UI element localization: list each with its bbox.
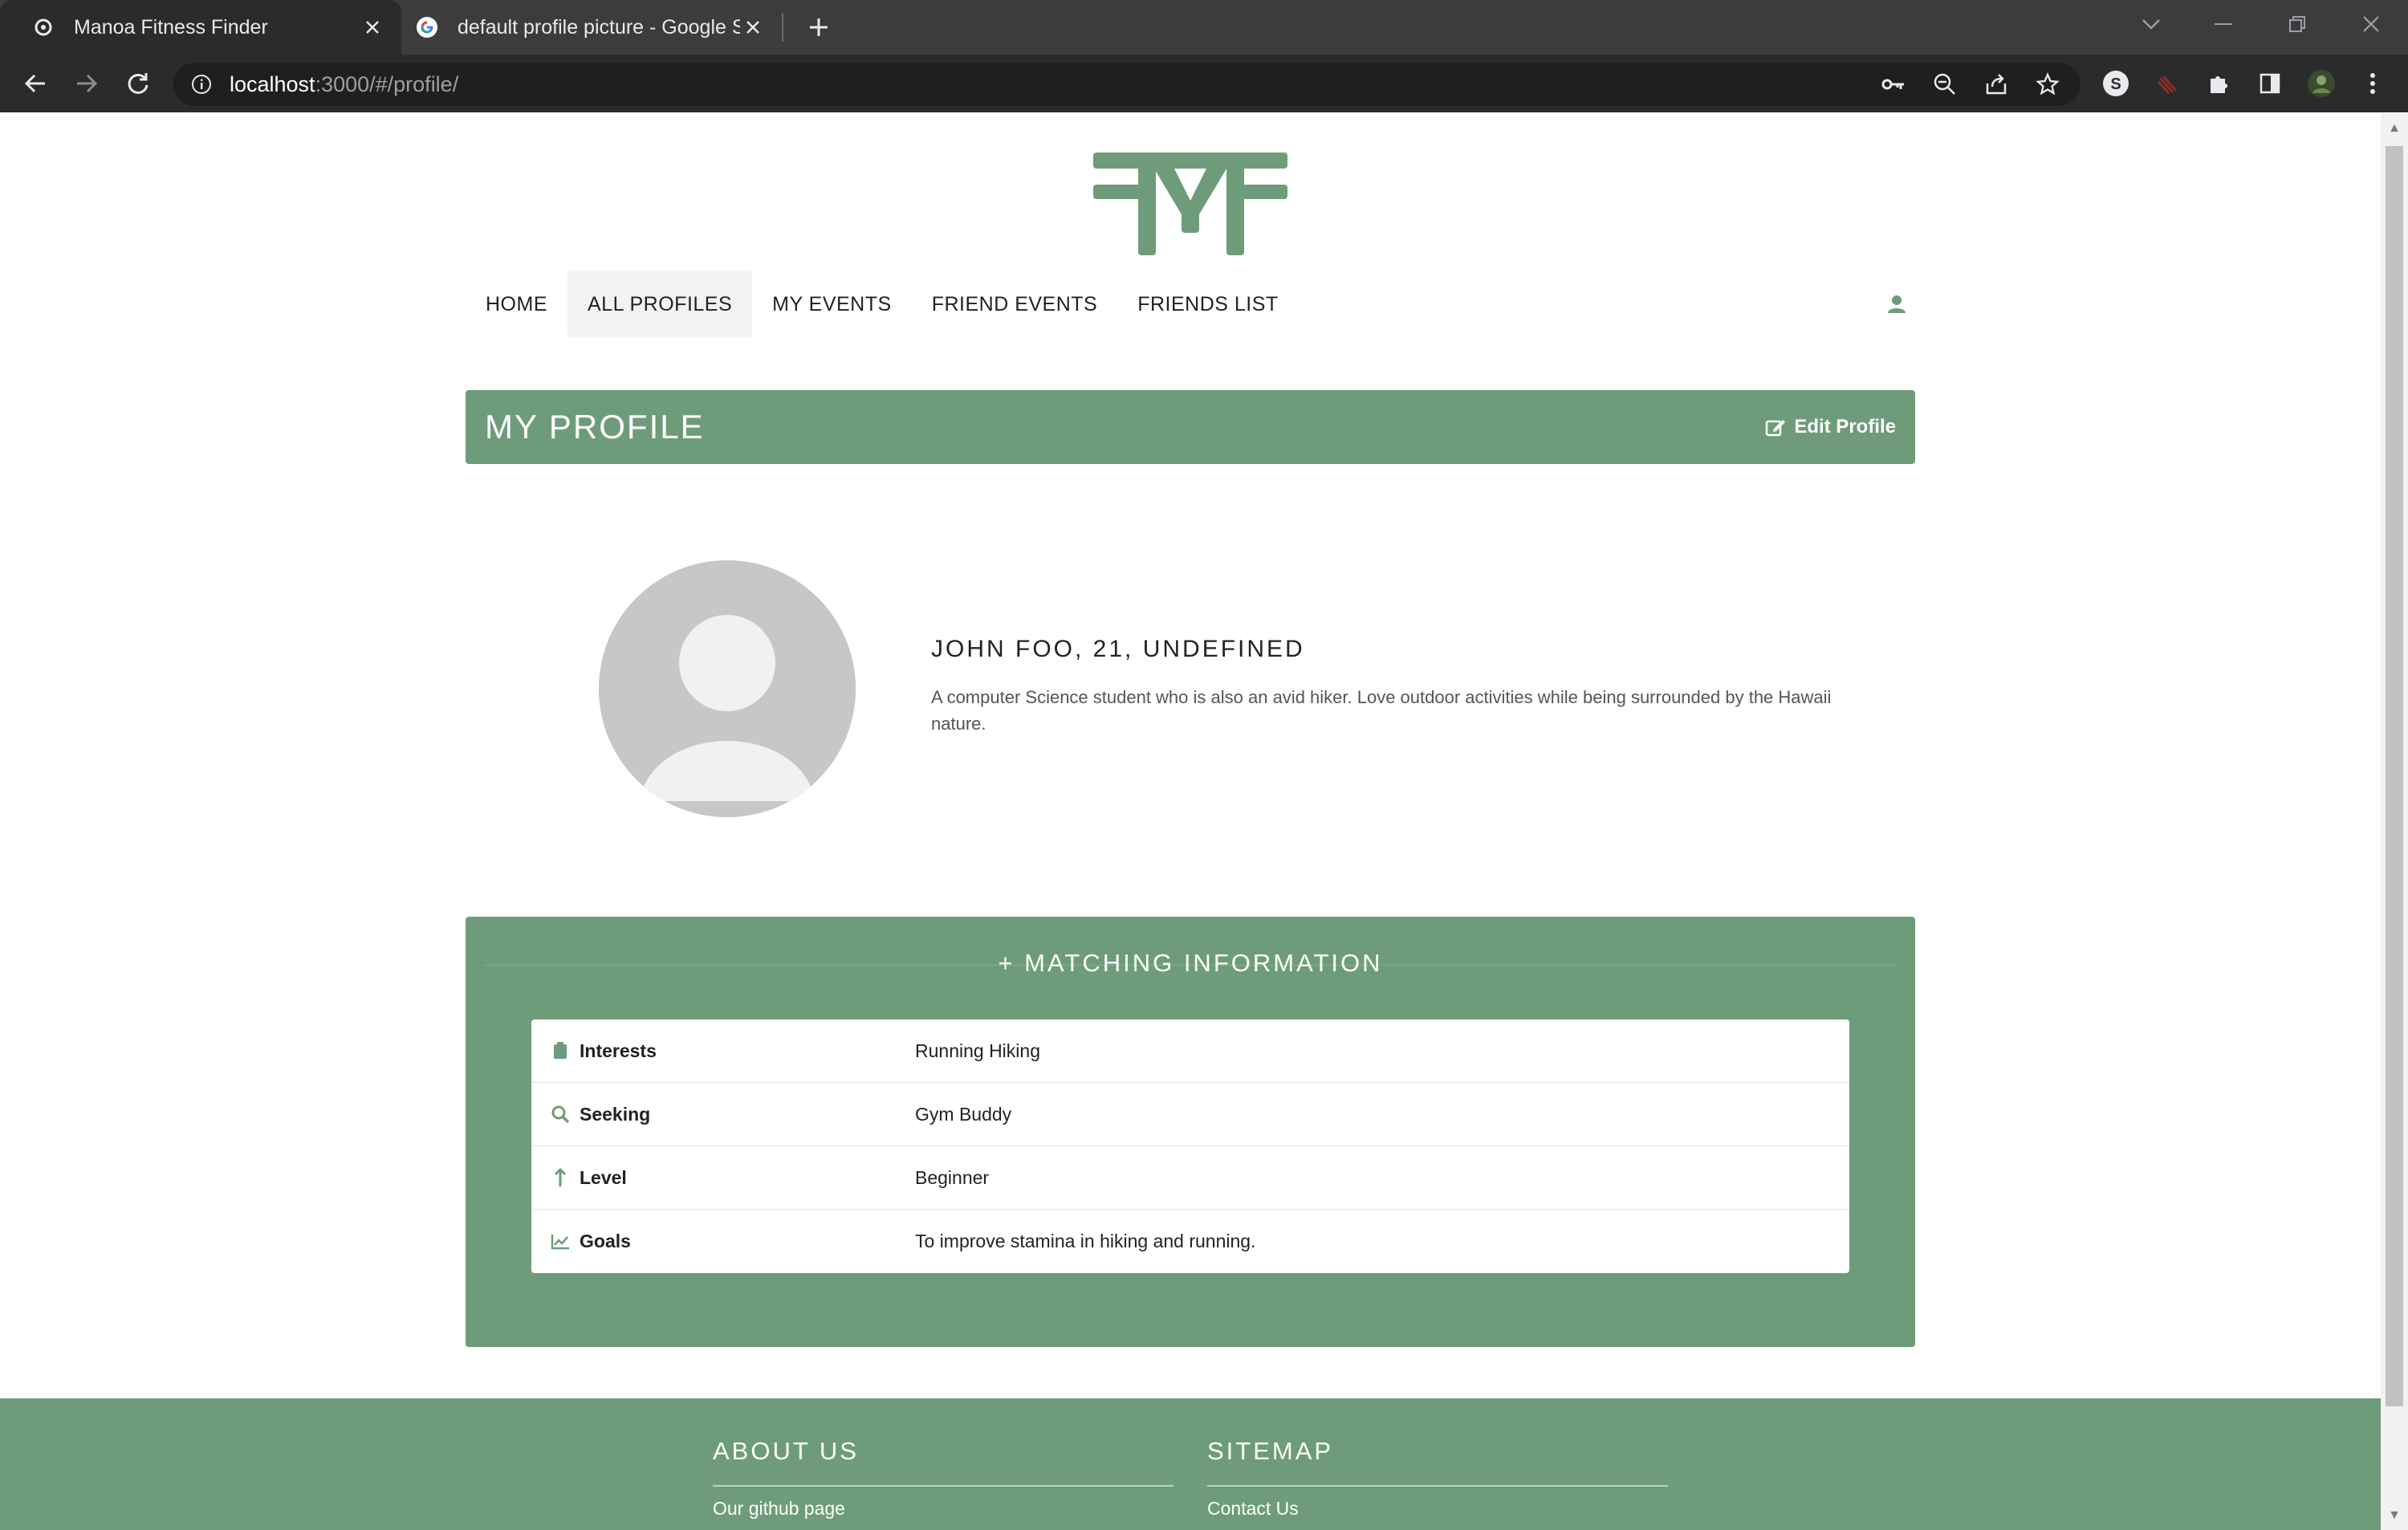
edit-profile-button[interactable]: Edit Profile — [1765, 408, 1896, 446]
tab-search-chevron-icon[interactable] — [2127, 0, 2175, 48]
bookmark-star-icon[interactable] — [2034, 71, 2061, 98]
profile-bio: A computer Science student who is also a… — [931, 687, 1832, 734]
contact-us-link[interactable]: Contact Us — [1207, 1498, 1668, 1520]
footer: ABOUT US Our github page SITEMAP Contact… — [0, 1398, 2381, 1530]
row-label: Level — [580, 1166, 627, 1188]
page-scrollbar[interactable]: ▲ ▼ — [2381, 114, 2408, 1530]
chrome-menu-icon[interactable] — [2355, 66, 2390, 101]
footer-sitemap-title: SITEMAP — [1207, 1437, 1334, 1465]
url-host: localhost — [230, 71, 315, 96]
row-label: Seeking — [580, 1103, 651, 1125]
matching-table: Interests Running Hiking Seeking Gym Bud… — [531, 1019, 1849, 1273]
row-value: Running Hiking — [915, 1040, 1040, 1061]
nav-home[interactable]: HOME — [466, 271, 567, 337]
main-nav: HOME ALL PROFILES MY EVENTS FRIEND EVENT… — [466, 271, 1915, 337]
user-icon[interactable] — [1883, 291, 1910, 318]
side-panel-icon[interactable] — [2252, 66, 2288, 101]
extension-stripes-icon[interactable] — [2150, 66, 2185, 101]
tab-title: Manoa Fitness Finder — [74, 15, 268, 39]
row-value: Gym Buddy — [915, 1103, 1012, 1125]
search-icon — [551, 1105, 570, 1124]
line-chart-icon — [551, 1232, 570, 1251]
profile-avatar — [599, 560, 856, 817]
close-tab-icon[interactable] — [360, 14, 385, 40]
google-g-icon — [416, 16, 438, 39]
browser-tabstrip: Manoa Fitness Finder default profile pic… — [0, 0, 2408, 55]
url-path: :3000/#/profile/ — [315, 71, 459, 96]
divider — [1207, 1485, 1668, 1487]
table-row: Level Beginner — [531, 1146, 1849, 1210]
edit-icon — [1766, 420, 1786, 437]
scroll-up-arrow-icon[interactable]: ▲ — [2388, 122, 2401, 135]
zoom-out-icon[interactable] — [1931, 71, 1959, 98]
scroll-down-arrow-icon[interactable]: ▼ — [2388, 1509, 2401, 1522]
default-avatar-icon — [599, 560, 856, 817]
nav-my-events[interactable]: MY EVENTS — [752, 271, 912, 337]
restore-icon[interactable] — [2273, 0, 2321, 48]
svg-text:S: S — [2110, 75, 2121, 93]
row-value: Beginner — [915, 1166, 990, 1188]
minimize-icon[interactable] — [2199, 0, 2247, 48]
matching-information-panel: + MATCHING INFORMATION Interests Running… — [466, 917, 1915, 1347]
extensions-puzzle-icon[interactable] — [2201, 66, 2236, 101]
share-icon[interactable] — [1983, 71, 2010, 98]
forward-arrow-icon[interactable] — [69, 66, 104, 101]
close-tab-icon[interactable] — [740, 14, 766, 40]
nav-friend-events[interactable]: FRIEND EVENTS — [912, 271, 1118, 337]
divider — [713, 1485, 1173, 1487]
profile-avatar-icon[interactable] — [2304, 66, 2339, 101]
site-info-icon[interactable] — [189, 72, 214, 96]
page-viewport: HOME ALL PROFILES MY EVENTS FRIEND EVENT… — [0, 114, 2381, 1530]
key-icon[interactable] — [1880, 71, 1907, 98]
close-window-icon[interactable] — [2347, 0, 2395, 48]
browser-tab-active[interactable]: Manoa Fitness Finder — [0, 0, 401, 55]
row-label: Interests — [580, 1040, 657, 1061]
row-value: To improve stamina in hiking and running… — [915, 1231, 1256, 1251]
browser-toolbar: localhost:3000/#/profile/ S — [0, 55, 2408, 112]
nav-friends-list[interactable]: FRIENDS LIST — [1117, 271, 1298, 337]
footer-sitemap-column: SITEMAP Contact Us — [1207, 1437, 1668, 1520]
footer-about-title: ABOUT US — [713, 1437, 859, 1465]
table-row: Interests Running Hiking — [531, 1019, 1849, 1083]
table-row: Seeking Gym Buddy — [531, 1083, 1849, 1146]
profile-name: JOHN FOO, 21, UNDEFINED — [931, 636, 1305, 662]
address-bar[interactable]: localhost:3000/#/profile/ — [173, 63, 2081, 106]
app-favicon-icon — [32, 16, 55, 39]
new-tab-icon[interactable] — [803, 11, 835, 43]
extension-s-icon[interactable]: S — [2098, 66, 2133, 101]
browser-tab-inactive[interactable]: default profile picture - Google S — [401, 0, 782, 55]
url-text: localhost:3000/#/profile/ — [230, 72, 458, 97]
scrollbar-thumb[interactable] — [2386, 146, 2403, 1406]
reload-icon[interactable] — [120, 66, 156, 101]
clipboard-icon — [551, 1041, 570, 1060]
edit-profile-label: Edit Profile — [1794, 416, 1896, 437]
page-title: MY PROFILE — [485, 408, 705, 446]
nav-all-profiles[interactable]: ALL PROFILES — [567, 271, 753, 337]
footer-about-column: ABOUT US Our github page — [713, 1437, 1173, 1520]
tab-separator — [782, 13, 783, 42]
arrow-up-icon — [551, 1168, 570, 1187]
manoa-fitness-finder-logo[interactable] — [1093, 153, 1287, 255]
back-arrow-icon[interactable] — [18, 66, 53, 101]
matching-information-title[interactable]: + MATCHING INFORMATION — [466, 949, 1915, 978]
tab-title: default profile picture - Google S — [458, 15, 740, 39]
table-row: Goals To improve stamina in hiking and r… — [531, 1210, 1849, 1273]
row-label: Goals — [580, 1231, 631, 1251]
github-page-link[interactable]: Our github page — [713, 1498, 1173, 1520]
my-profile-header: MY PROFILE Edit Profile — [466, 390, 1915, 464]
